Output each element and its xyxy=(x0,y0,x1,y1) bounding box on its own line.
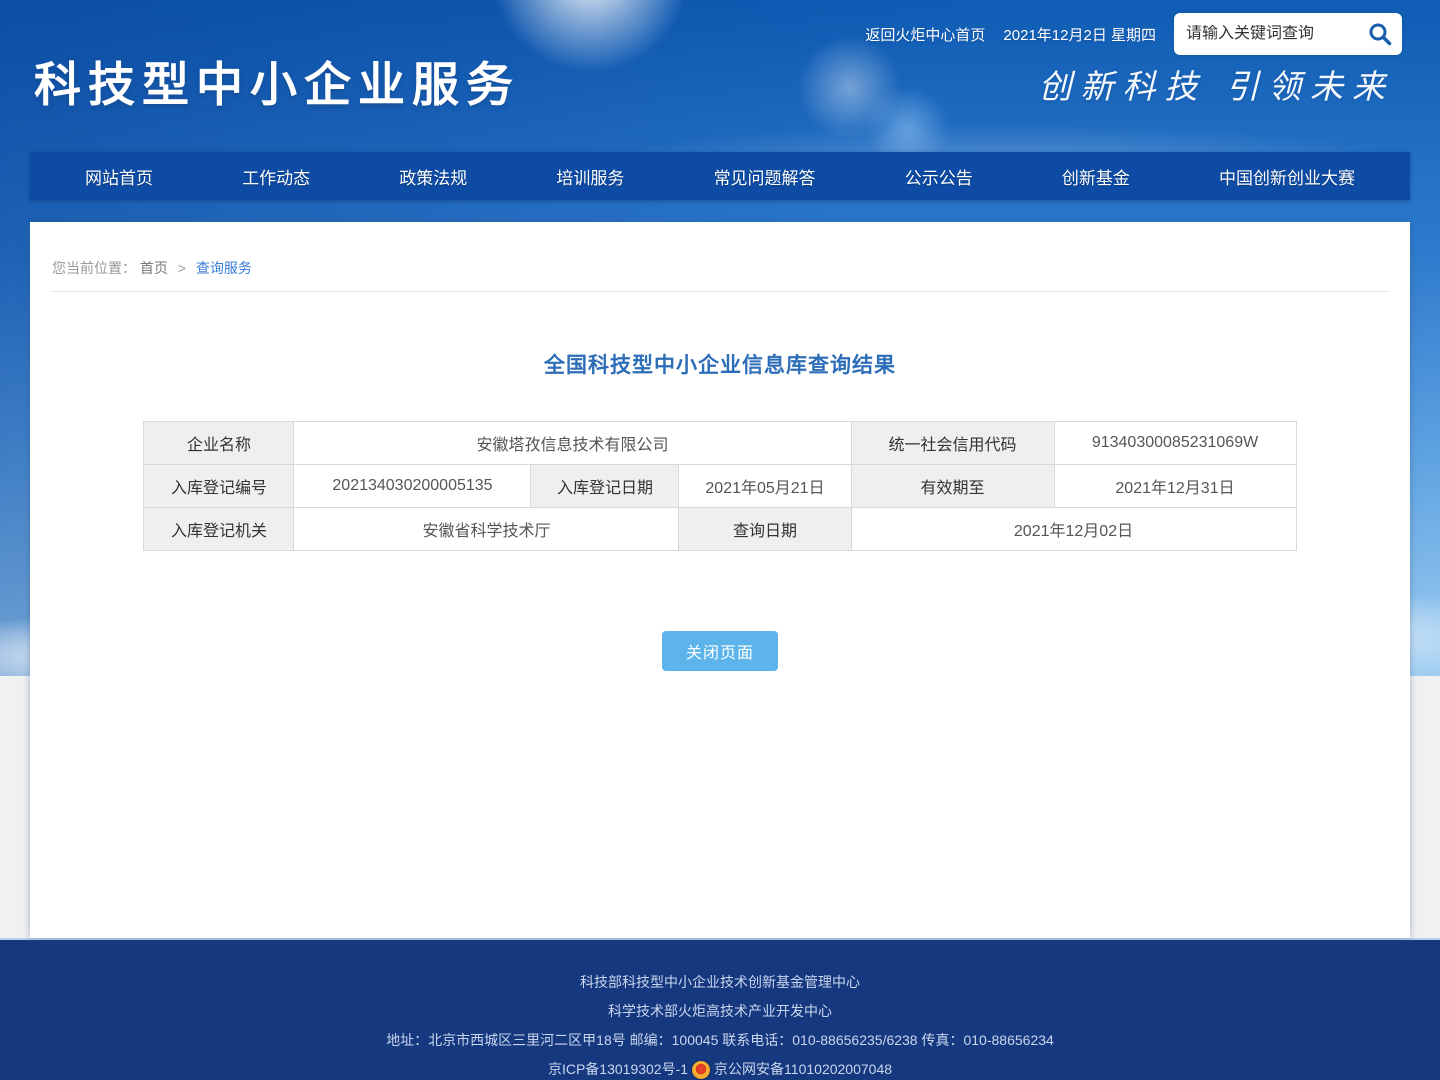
nav-item-2[interactable]: 工作动态 xyxy=(242,164,310,189)
breadcrumb-divider xyxy=(50,291,1390,292)
table-row: 入库登记机关 安徽省科学技术厅 查询日期 2021年12月02日 xyxy=(144,508,1296,551)
breadcrumb-current-link[interactable]: 查询服务 xyxy=(196,260,252,276)
page: 科技型中小企业服务 返回火炬中心首页 2021年12月2日 星期四 创新科技 引… xyxy=(0,0,1440,1080)
table-row: 企业名称 安徽塔孜信息技术有限公司 统一社会信用代码 9134030008523… xyxy=(144,422,1296,465)
query-date-value: 2021年12月02日 xyxy=(851,508,1296,551)
search-box xyxy=(1174,13,1402,55)
breadcrumb: 您当前位置： 首页 > 查询服务 xyxy=(30,222,1410,278)
valid-until-label: 有效期至 xyxy=(851,465,1054,508)
reg-authority-value: 安徽省科学技术厅 xyxy=(294,508,679,551)
site-title: 科技型中小企业服务 xyxy=(34,46,520,115)
slogan-text: 创新科技 引领未来 xyxy=(1039,60,1395,108)
nav-item-5[interactable]: 常见问题解答 xyxy=(714,164,816,189)
result-page-title: 全国科技型中小企业信息库查询结果 xyxy=(30,349,1410,379)
site-footer: 科技部科技型中小企业技术创新基金管理中心 科学技术部火炬高技术产业开发中心 地址… xyxy=(0,938,1440,1080)
footer-org-line-1: 科技部科技型中小企业技术创新基金管理中心 xyxy=(0,968,1440,997)
nav-item-6[interactable]: 公示公告 xyxy=(905,164,973,189)
reg-date-value: 2021年05月21日 xyxy=(679,465,851,508)
back-to-torch-home-link[interactable]: 返回火炬中心首页 xyxy=(865,24,985,45)
nav-item-7[interactable]: 创新基金 xyxy=(1062,164,1130,189)
search-icon[interactable] xyxy=(1366,20,1394,48)
nav-item-3[interactable]: 政策法规 xyxy=(399,164,467,189)
credit-code-label: 统一社会信用代码 xyxy=(851,422,1054,465)
reg-date-label: 入库登记日期 xyxy=(531,465,679,508)
valid-until-value: 2021年12月31日 xyxy=(1054,465,1296,508)
reg-number-value: 202134030200005135 xyxy=(294,465,531,508)
breadcrumb-separator: > xyxy=(178,260,186,276)
reg-authority-label: 入库登记机关 xyxy=(144,508,294,551)
footer-org-line-2: 科学技术部火炬高技术产业开发中心 xyxy=(0,997,1440,1026)
result-table: 企业名称 安徽塔孜信息技术有限公司 统一社会信用代码 9134030008523… xyxy=(143,421,1296,551)
content-panel: 您当前位置： 首页 > 查询服务 全国科技型中小企业信息库查询结果 企业名称 安… xyxy=(30,222,1410,938)
credit-code-value: 91340300085231069W xyxy=(1054,422,1296,465)
reg-number-label: 入库登记编号 xyxy=(144,465,294,508)
search-input[interactable] xyxy=(1186,25,1366,43)
icp-number-link[interactable]: 京ICP备13019302号-1 xyxy=(548,1055,688,1080)
public-security-number-link[interactable]: 京公网安备11010202007048 xyxy=(714,1055,892,1080)
breadcrumb-prefix: 您当前位置： xyxy=(52,260,136,276)
current-date-text: 2021年12月2日 星期四 xyxy=(1003,24,1156,45)
nav-item-8[interactable]: 中国创新创业大赛 xyxy=(1219,164,1355,189)
main-nav: 网站首页 工作动态 政策法规 培训服务 常见问题解答 公示公告 创新基金 中国创新创业大赛 xyxy=(30,152,1410,200)
footer-icp-line: 京ICP备13019302号-1 京公网安备11010202007048 xyxy=(0,1055,1440,1080)
header-top-bar: 返回火炬中心首页 2021年12月2日 星期四 xyxy=(865,13,1402,55)
nav-item-4[interactable]: 培训服务 xyxy=(556,164,624,189)
nav-item-1[interactable]: 网站首页 xyxy=(85,164,153,189)
breadcrumb-home-link[interactable]: 首页 xyxy=(140,260,168,276)
public-security-badge-icon xyxy=(692,1061,710,1079)
company-name-value: 安徽塔孜信息技术有限公司 xyxy=(294,422,851,465)
site-header: 科技型中小企业服务 返回火炬中心首页 2021年12月2日 星期四 创新科技 引… xyxy=(0,0,1440,152)
query-date-label: 查询日期 xyxy=(679,508,851,551)
footer-address-line: 地址：北京市西城区三里河二区甲18号 邮编：100045 联系电话：010-88… xyxy=(0,1026,1440,1055)
close-page-button[interactable]: 关闭页面 xyxy=(662,631,778,671)
company-name-label: 企业名称 xyxy=(144,422,294,465)
table-row: 入库登记编号 202134030200005135 入库登记日期 2021年05… xyxy=(144,465,1296,508)
